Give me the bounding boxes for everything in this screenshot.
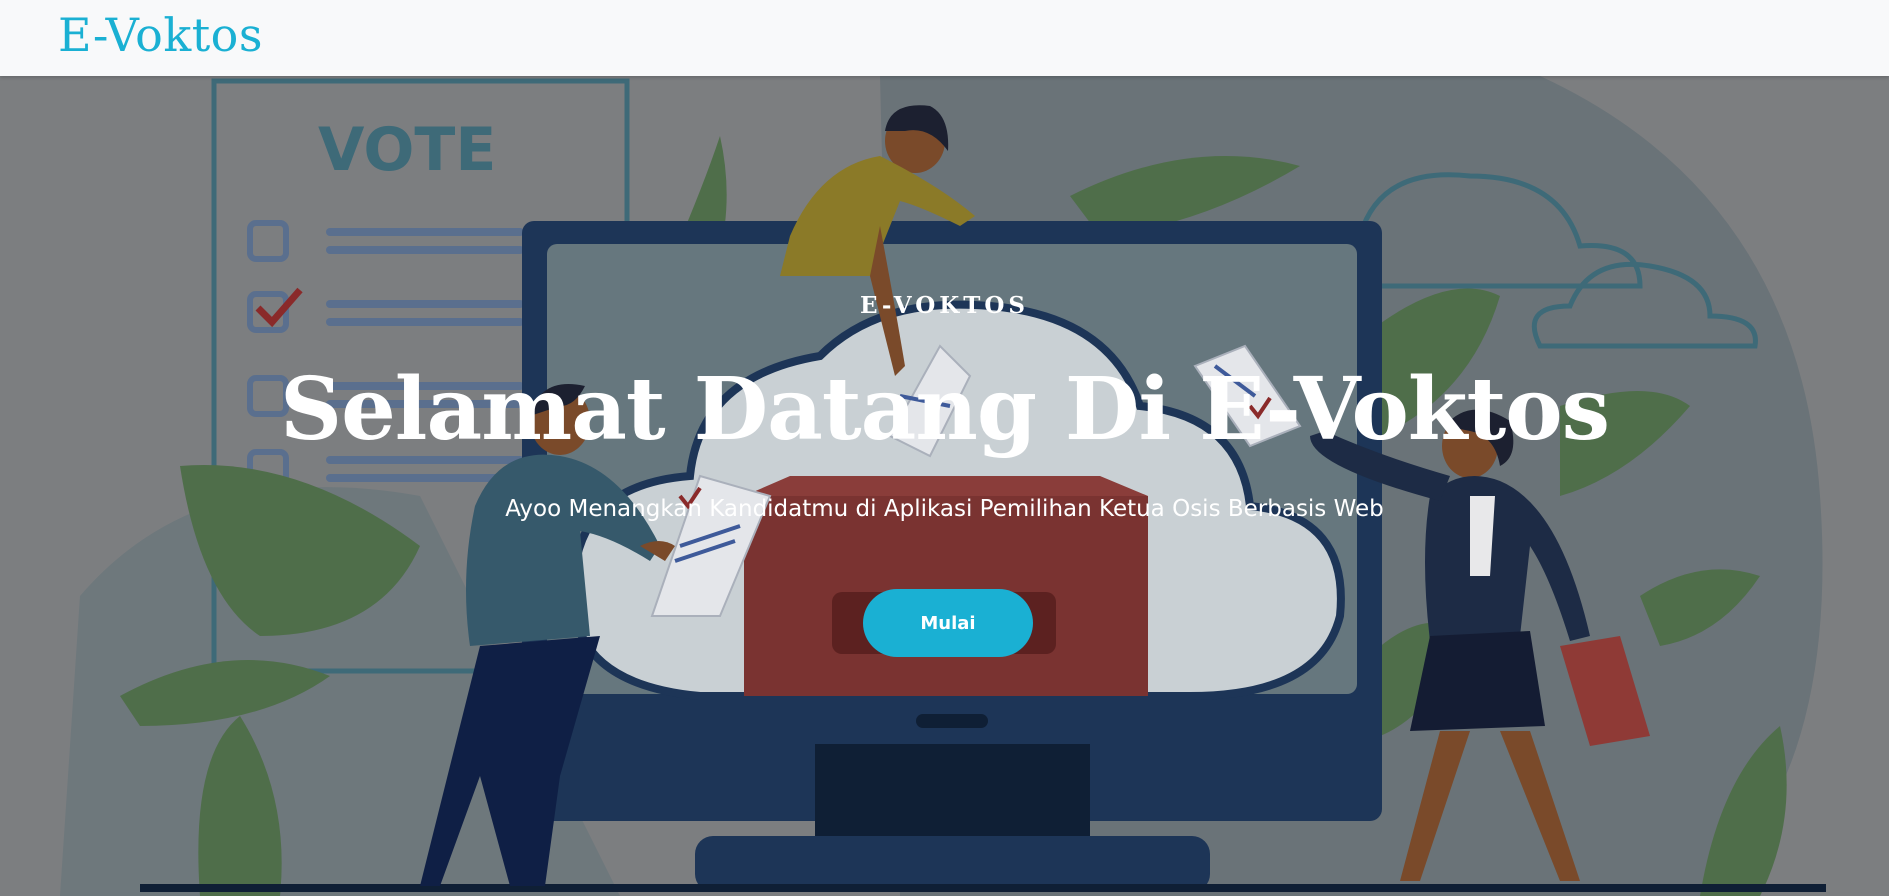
hero-eyebrow: E-VOKTOS — [859, 292, 1030, 319]
start-button[interactable]: Mulai — [863, 589, 1033, 657]
hero-section: VOTE E-VOKTOS Selamat Datang Di E-Voktos… — [0, 76, 1889, 896]
brand-logo-link[interactable]: E-Voktos — [58, 8, 263, 62]
hero-content: E-VOKTOS Selamat Datang Di E-Voktos Ayoo… — [0, 76, 1889, 896]
hero-subtitle: Ayoo Menangkan Kandidatmu di Aplikasi Pe… — [505, 496, 1384, 522]
hero-headline: Selamat Datang Di E-Voktos — [279, 359, 1610, 460]
navbar: E-Voktos — [0, 0, 1889, 76]
